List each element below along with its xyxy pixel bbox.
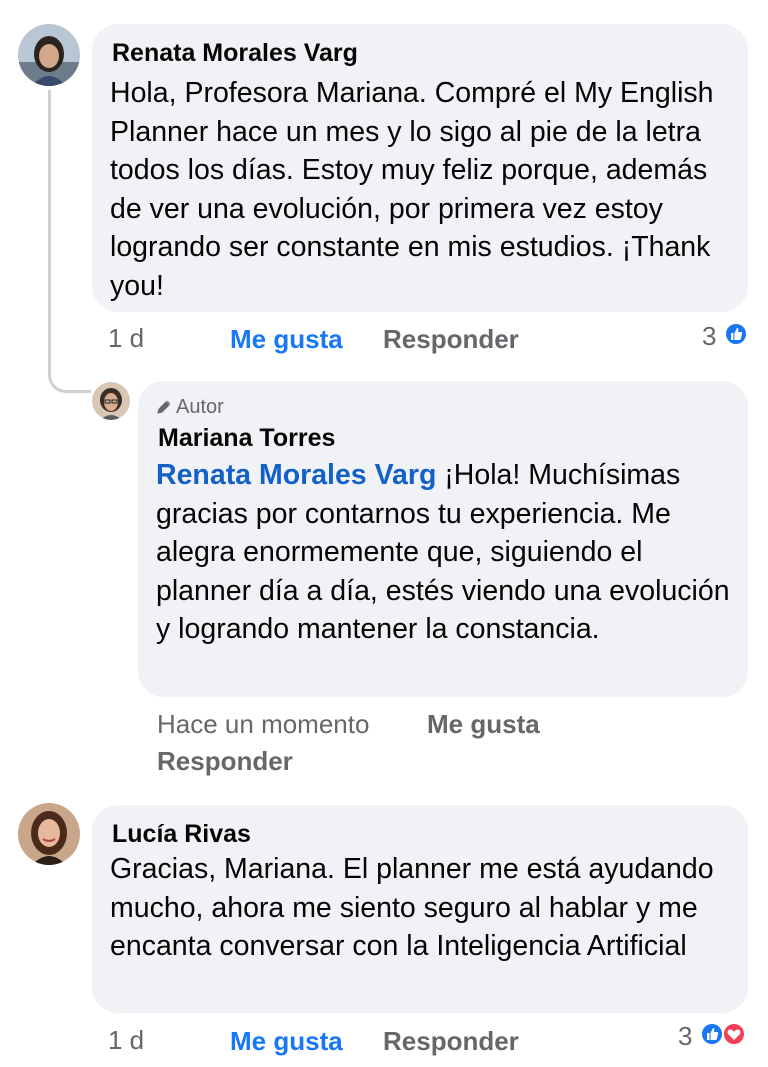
comment-author[interactable]: Mariana Torres <box>158 423 335 453</box>
reply-bubble: Autor Mariana Torres Renata Morales Varg… <box>138 381 748 697</box>
comment-text: Hola, Profesora Mariana. Compré el My En… <box>110 77 714 302</box>
comment-time[interactable]: Hace un momento <box>157 708 369 740</box>
comment-time[interactable]: 1 d <box>108 322 144 354</box>
reply-button[interactable]: Responder <box>157 745 293 777</box>
comment-text: Renata Morales Varg ¡Hola! Muchísimas gr… <box>156 456 741 649</box>
like-button[interactable]: Me gusta <box>230 1025 343 1057</box>
comment-text: Gracias, Mariana. El planner me está ayu… <box>110 853 714 963</box>
mention-link[interactable]: Renata Morales Varg <box>156 459 436 491</box>
like-button[interactable]: Me gusta <box>230 323 343 355</box>
comment-author[interactable]: Renata Morales Varg <box>112 38 358 68</box>
thread-line <box>48 90 91 393</box>
reply-button[interactable]: Responder <box>383 323 519 355</box>
reaction-count[interactable]: 3 <box>702 320 716 352</box>
reply-button[interactable]: Responder <box>383 1025 519 1057</box>
pencil-icon <box>156 397 172 421</box>
love-icon <box>722 1022 746 1046</box>
like-icon <box>724 322 748 346</box>
like-icon <box>700 1022 724 1046</box>
avatar[interactable] <box>92 382 130 420</box>
reaction-count[interactable]: 3 <box>678 1020 692 1052</box>
badge-label: Autor <box>176 396 224 418</box>
comment-time[interactable]: 1 d <box>108 1024 144 1056</box>
comment-bubble: Lucía Rivas Gracias, Mariana. El planner… <box>92 805 748 1013</box>
comment-author[interactable]: Lucía Rivas <box>112 819 251 849</box>
avatar[interactable] <box>18 24 80 86</box>
like-button[interactable]: Me gusta <box>427 708 540 740</box>
avatar[interactable] <box>18 803 80 865</box>
comment-bubble: Renata Morales Varg Hola, Profesora Mari… <box>92 24 748 312</box>
author-badge: Autor <box>156 395 224 421</box>
